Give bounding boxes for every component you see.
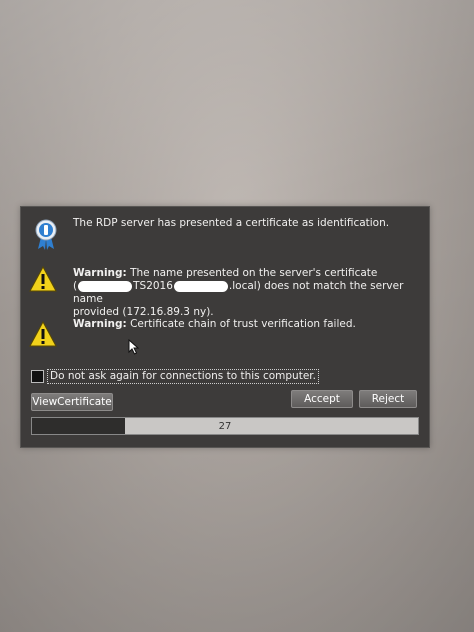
rdp-certificate-dialog: The RDP server has presented a certifica…	[20, 206, 430, 448]
accept-button[interactable]: Accept	[291, 390, 353, 408]
countdown-text: 27	[218, 420, 232, 432]
do-not-ask-label[interactable]: Do not ask again for connections to this…	[47, 369, 319, 384]
warning-text: Certificate chain of trust verification …	[130, 318, 356, 330]
warning-text-open: (	[73, 280, 78, 292]
warning-label: Warning:	[73, 267, 127, 279]
do-not-ask-checkbox[interactable]	[31, 370, 44, 383]
warning-trust-chain: Warning: Certificate chain of trust veri…	[73, 318, 356, 331]
warning-text-server: TS2016	[133, 280, 173, 292]
warning-triangle-icon	[29, 320, 57, 352]
warning-label: Warning:	[73, 318, 127, 330]
redacted-mark	[173, 280, 228, 292]
countdown-progress-bar: 27	[31, 417, 419, 435]
redacted-mark	[78, 280, 133, 292]
warning-name-mismatch: Warning: The name presented on the serve…	[73, 267, 429, 319]
do-not-ask-row[interactable]: Do not ask again for connections to this…	[31, 369, 319, 384]
certificate-ribbon-icon	[35, 219, 57, 255]
mouse-cursor-icon	[128, 338, 140, 359]
reject-button[interactable]: Reject	[359, 390, 417, 408]
view-certificate-button[interactable]: ViewCertificate	[31, 393, 113, 411]
warning-text-line1: The name presented on the server's certi…	[130, 267, 378, 279]
warning-triangle-icon	[29, 265, 57, 297]
info-message: The RDP server has presented a certifica…	[73, 217, 390, 229]
